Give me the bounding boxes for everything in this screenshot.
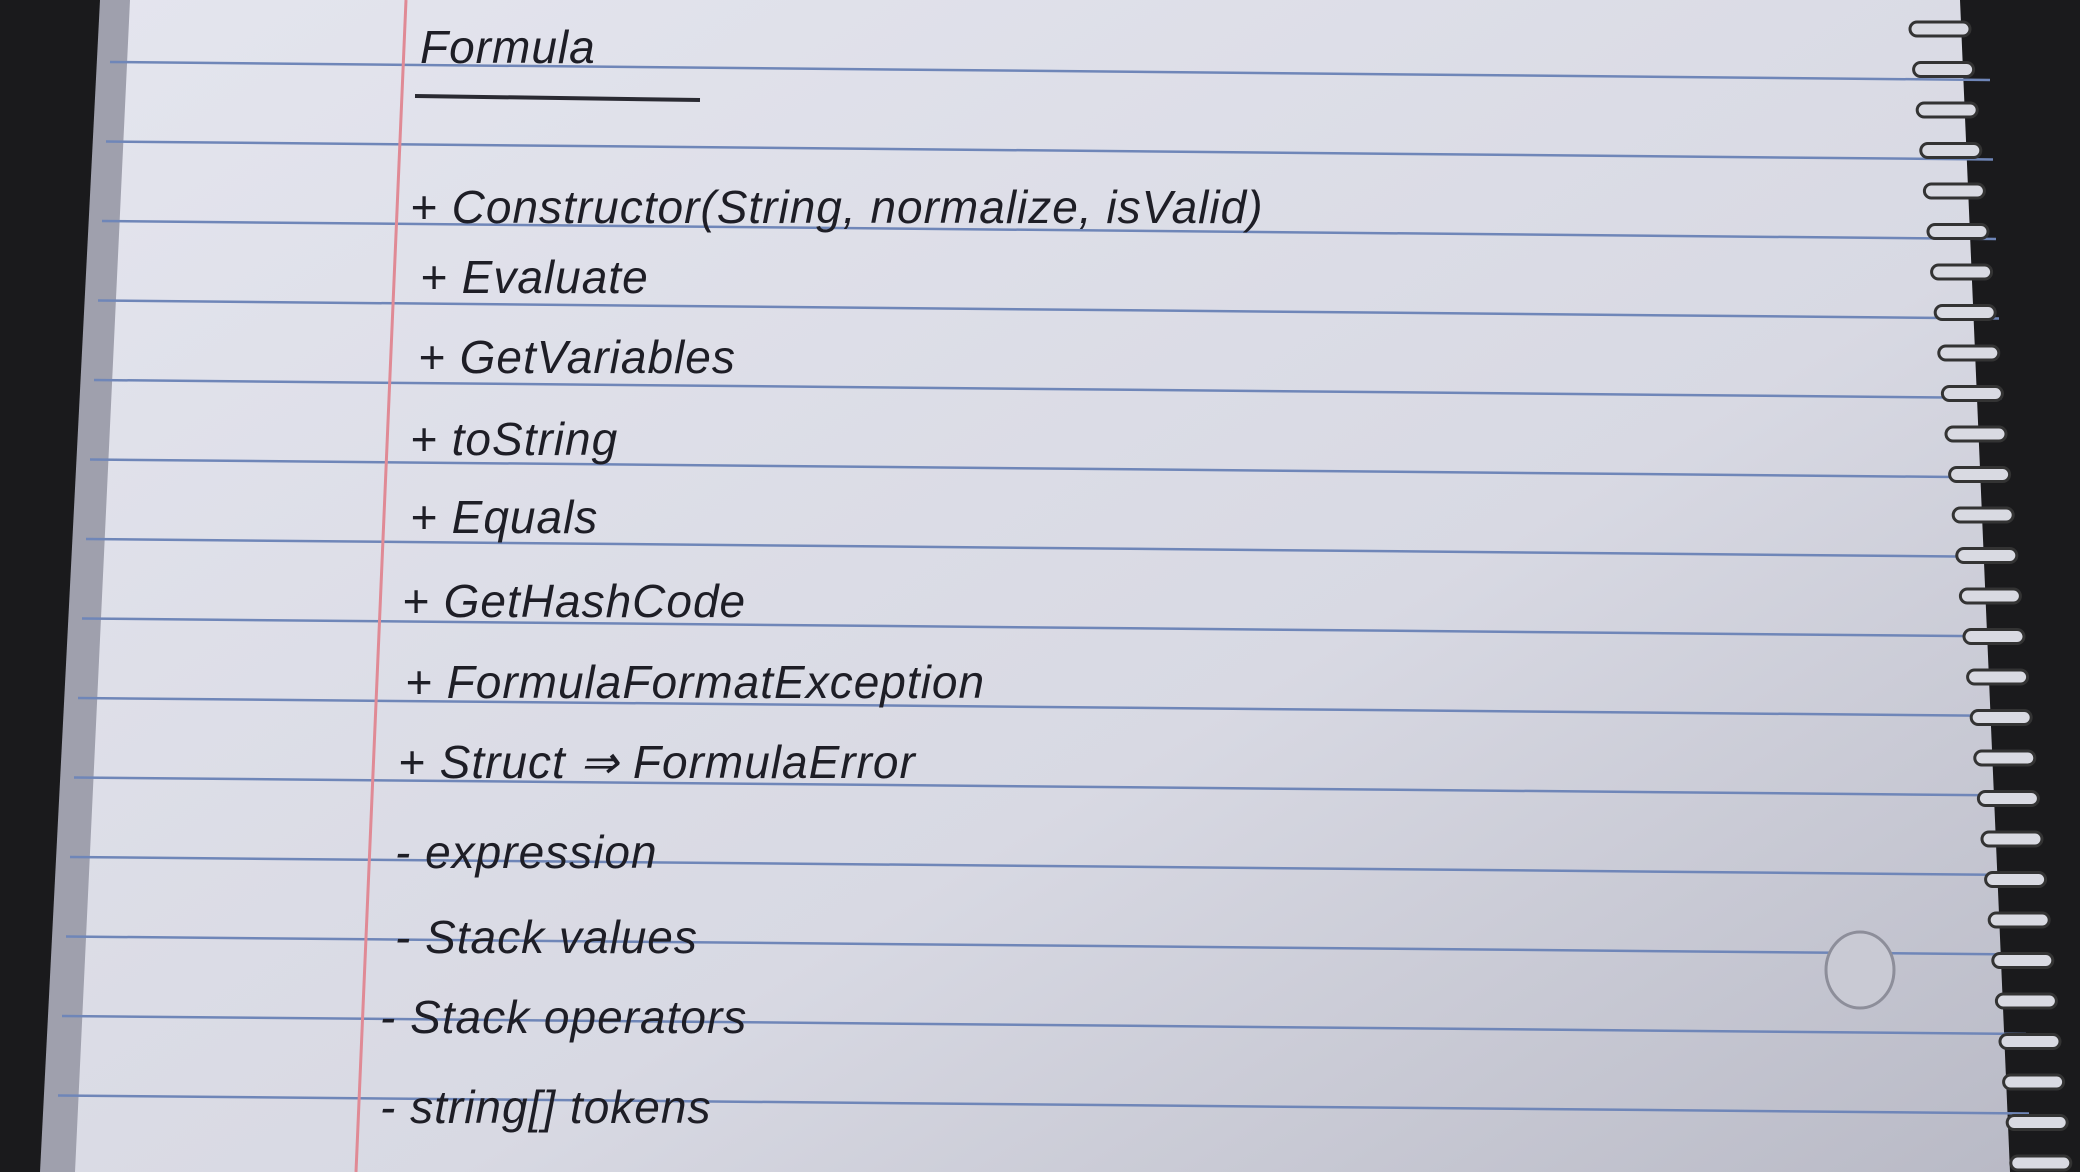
spiral-ring: [1915, 101, 1979, 119]
spiral-ring: [1926, 223, 1990, 240]
spiral-ring: [1944, 425, 2008, 443]
note-line: + Evaluate: [420, 251, 649, 303]
spiral-ring: [1966, 668, 2030, 686]
page-title: Formula: [420, 21, 596, 73]
spiral-ring: [1912, 61, 1976, 78]
spiral-ring: [1973, 749, 2037, 767]
note-line: + Equals: [410, 491, 599, 543]
note-line: + GetHashCode: [402, 575, 747, 627]
note-line: + toString: [410, 413, 619, 465]
note-line: - Stack values: [395, 911, 698, 963]
spiral-ring: [1998, 1033, 2062, 1050]
spiral-ring: [1976, 790, 2040, 807]
spiral-ring: [1922, 182, 1986, 200]
note-line: + FormulaFormatException: [405, 656, 986, 708]
spiral-ring: [1951, 506, 2015, 524]
note-line: - expression: [395, 826, 658, 878]
note-line: + GetVariables: [418, 331, 736, 383]
spiral-ring: [1962, 628, 2026, 645]
spiral-ring: [1969, 709, 2033, 726]
spiral-ring: [2009, 1154, 2073, 1172]
spiral-ring: [1930, 263, 1994, 281]
spiral-ring: [1994, 992, 2058, 1010]
spiral-ring: [1991, 952, 2055, 969]
note-line: + Struct ⇒ FormulaError: [398, 736, 916, 788]
spiral-ring: [1940, 385, 2004, 402]
punch-hole: [1824, 930, 1896, 1010]
note-line: + Constructor(String, normalize, isValid…: [410, 181, 1264, 233]
spiral-ring: [1948, 466, 2012, 483]
spiral-ring: [1987, 911, 2051, 929]
spiral-ring: [2005, 1114, 2069, 1131]
note-line: - Stack operators: [380, 991, 748, 1043]
spiral-ring: [1937, 344, 2001, 362]
spiral-ring: [1980, 830, 2044, 848]
spiral-ring: [1984, 871, 2048, 888]
spiral-ring: [1933, 304, 1997, 321]
paper-sheet: [60, 0, 2010, 1172]
spiral-ring: [1919, 142, 1983, 159]
spiral-ring: [1958, 587, 2022, 605]
notebook-page: [40, 0, 2073, 1172]
spiral-ring: [1908, 20, 1972, 38]
spiral-ring: [2002, 1073, 2066, 1091]
note-line: - string[] tokens: [380, 1081, 712, 1133]
spiral-ring: [1955, 547, 2019, 564]
